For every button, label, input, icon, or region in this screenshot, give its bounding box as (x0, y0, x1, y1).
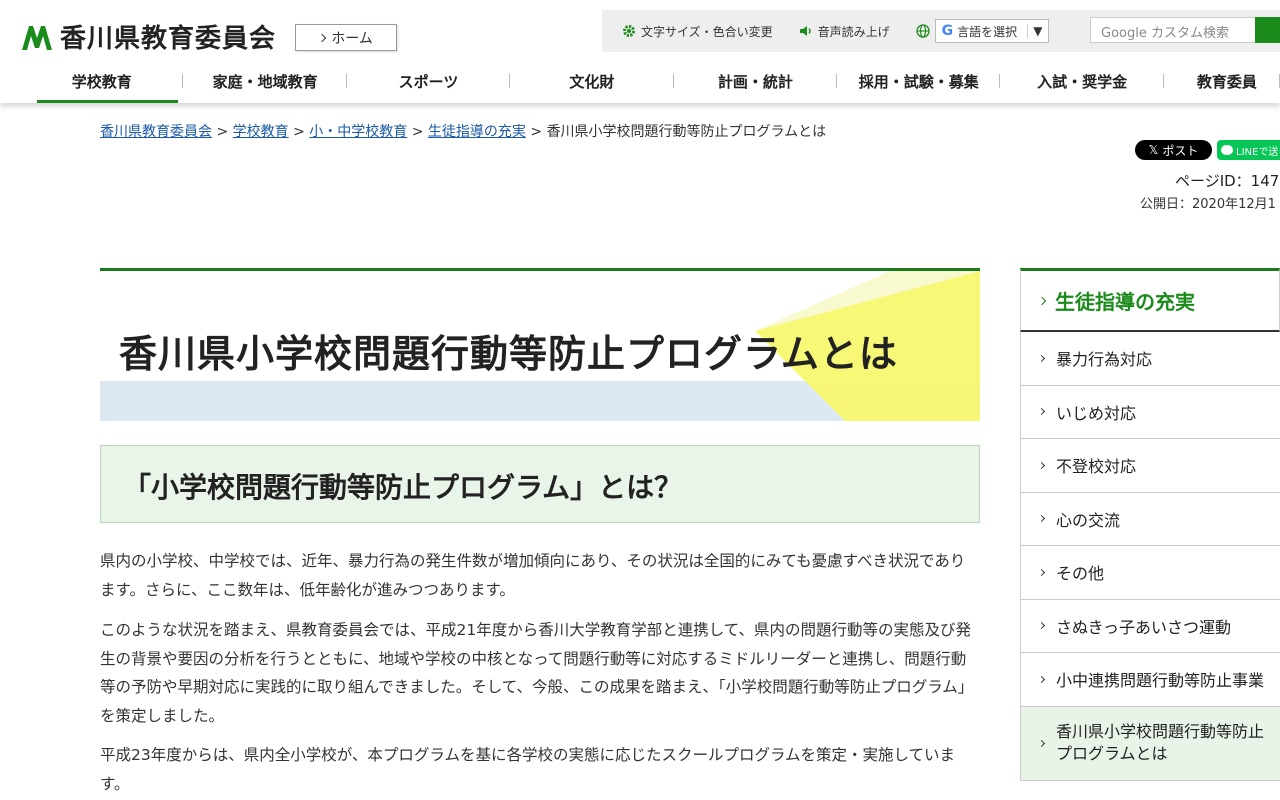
body-paragraph: このような状況を踏まえ、県教育委員会では、平成21年度から香川大学教育学部と連携… (100, 621, 974, 725)
breadcrumb-link[interactable]: 生徒指導の充実 (428, 124, 526, 140)
sidebar-nav: 生徒指導の充実 暴力行為対応 いじめ対応 不登校対応 心の交流 その他 さぬきっ… (1020, 268, 1280, 781)
line-logo-icon (1221, 145, 1233, 155)
chevron-right-icon (1037, 568, 1046, 576)
global-nav: 学校教育 家庭・地域教育 スポーツ 文化財 計画・統計 採用・試験・募集 入試・… (20, 60, 1280, 103)
chevron-right-icon (1037, 461, 1046, 469)
text-size-label: 文字サイズ・色合い変更 (641, 24, 773, 39)
language-label: 言語を選択 (957, 24, 1018, 39)
language-selector[interactable]: G 言語を選択 ▼ (916, 19, 1050, 43)
nav-sports[interactable]: スポーツ (347, 60, 511, 103)
breadcrumb-link[interactable]: 香川県教育委員会 (100, 124, 212, 140)
chevron-right-icon (1037, 296, 1047, 305)
sidebar-heading-label: 生徒指導の充実 (1055, 290, 1195, 314)
breadcrumb-link[interactable]: 小・中学校教育 (309, 124, 407, 140)
nav-recruitment[interactable]: 採用・試験・募集 (837, 60, 1001, 103)
chevron-right-icon (1037, 354, 1046, 362)
sidebar-item-label: さぬきっ子あいさつ運動 (1056, 617, 1232, 637)
sidebar-item-liaison[interactable]: 小中連携問題行動等防止事業 (1020, 653, 1280, 707)
speaker-icon (799, 26, 811, 36)
chevron-right-icon (317, 33, 327, 42)
sidebar-item-other[interactable]: その他 (1020, 546, 1280, 600)
text-size-button[interactable]: 文字サイズ・色合い変更 (622, 23, 773, 40)
sidebar-item-label: 香川県小学校問題行動等防止プログラムとは (1056, 722, 1265, 763)
kagawa-emblem-icon (22, 25, 52, 50)
nav-plans-statistics[interactable]: 計画・統計 (674, 60, 838, 103)
gear-icon (623, 25, 635, 37)
sidebar-item-label: その他 (1056, 564, 1105, 584)
published-date: 公開日：2020年12月1 (1140, 197, 1276, 212)
nav-board[interactable]: 教育委員 (1164, 60, 1280, 103)
sidebar-item-violence[interactable]: 暴力行為対応 (1020, 332, 1280, 386)
page-id: ページID：147 (1175, 172, 1280, 190)
chevron-right-icon (1037, 622, 1046, 630)
nav-entrance-scholarship[interactable]: 入試・奨学金 (1000, 60, 1165, 103)
breadcrumb-separator: > (288, 124, 310, 140)
read-aloud-label: 音声読み上げ (817, 24, 890, 39)
line-share-button[interactable]: LINEで送る (1217, 140, 1280, 160)
read-aloud-button[interactable]: 音声読み上げ (799, 23, 890, 40)
social-share: 𝕏 ポスト LINEで送る (1135, 140, 1280, 160)
nav-cultural-property[interactable]: 文化財 (510, 60, 675, 103)
x-logo-icon: 𝕏 (1148, 143, 1159, 157)
sidebar-item-label: 不登校対応 (1056, 457, 1137, 477)
section-heading: 「小学校問題行動等防止プログラム」とは？ (100, 445, 980, 523)
sidebar-item-label: 暴力行為対応 (1056, 350, 1153, 370)
google-g-icon: G (941, 23, 954, 39)
chevron-right-icon (1037, 408, 1046, 416)
home-button[interactable]: ホーム (295, 24, 397, 51)
home-label: ホーム (331, 30, 373, 47)
site-header: 香川県教育委員会 ホーム 文字サイズ・色合い変更 音声読み上げ G 言語を選択 … (0, 0, 1280, 103)
search-input[interactable]: Google カスタム検索 (1090, 17, 1256, 43)
sidebar-item-label: 小中連携問題行動等防止事業 (1056, 671, 1265, 691)
sidebar-item-heart[interactable]: 心の交流 (1020, 492, 1280, 546)
sidebar-item-program[interactable]: 香川県小学校問題行動等防止プログラムとは (1020, 706, 1280, 781)
breadcrumb-separator: > (525, 124, 547, 140)
sidebar-item-label: いじめ対応 (1056, 403, 1137, 423)
language-dropdown[interactable]: G 言語を選択 ▼ (934, 19, 1050, 43)
search-placeholder: Google カスタム検索 (1101, 26, 1229, 41)
chevron-right-icon (1037, 515, 1046, 523)
nav-school-education[interactable]: 学校教育 (20, 60, 184, 103)
sidebar-item-truancy[interactable]: 不登校対応 (1020, 439, 1280, 493)
breadcrumb: 香川県教育委員会 > 学校教育 > 小・中学校教育 > 生徒指導の充実 > 香川… (100, 121, 826, 141)
site-logo[interactable]: 香川県教育委員会 (20, 18, 276, 55)
sidebar-item-label: 心の交流 (1056, 510, 1121, 530)
sidebar-heading[interactable]: 生徒指導の充実 (1020, 268, 1280, 332)
breadcrumb-link[interactable]: 学校教育 (233, 124, 289, 140)
body-paragraph: 県内の小学校、中学校では、近年、暴力行為の発生件数が増加傾向にあり、その状況は全… (100, 552, 966, 599)
chevron-right-icon (1037, 739, 1046, 747)
x-post-button[interactable]: 𝕏 ポスト (1135, 140, 1212, 160)
globe-icon (916, 24, 930, 38)
chevron-right-icon (1037, 675, 1046, 683)
nav-family-community[interactable]: 家庭・地域教育 (183, 60, 348, 103)
site-title: 香川県教育委員会 (60, 24, 277, 54)
breadcrumb-separator: > (212, 124, 233, 140)
x-post-label: ポスト (1162, 143, 1199, 158)
sidebar-item-greeting[interactable]: さぬきっ子あいさつ運動 (1020, 599, 1280, 653)
breadcrumb-current: 香川県小学校問題行動等防止プログラムとは (546, 124, 827, 140)
body-paragraph: 平成23年度からは、県内全小学校が、本プログラムを基に各学校の実態に応じたスクー… (100, 746, 956, 793)
sidebar-item-bullying[interactable]: いじめ対応 (1020, 385, 1280, 439)
page-title-block: 香川県小学校問題行動等防止プログラムとは (100, 268, 980, 421)
search-button[interactable] (1255, 17, 1280, 43)
dropdown-caret-icon: ▼ (1027, 24, 1042, 38)
breadcrumb-separator: > (407, 124, 428, 140)
line-share-label: LINEで送る (1236, 146, 1280, 158)
page-title: 香川県小学校問題行動等防止プログラムとは (119, 332, 898, 376)
